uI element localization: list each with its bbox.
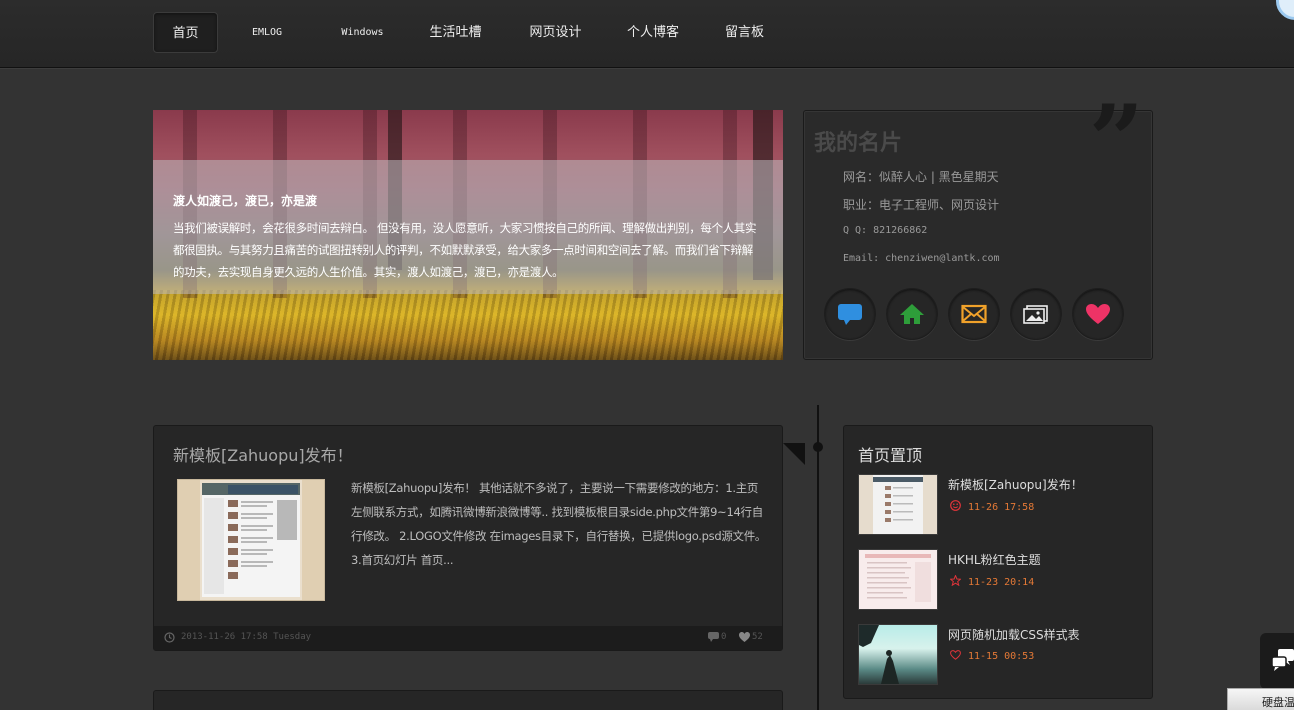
banner-grass-image [153,290,783,360]
profile-occupation: 职业：电子工程师、网页设计 [843,198,1000,212]
pinned-post-date-row: 11-26 17:58 [950,500,1034,514]
top-navigation-bar: 首页 EMLOG Windows 生活吐槽 网页设计 个人博客 留言板 [0,0,1294,68]
pinned-post-date: 11-23 20:14 [968,576,1035,588]
pinned-thumb[interactable] [858,624,938,685]
post-thumbnail[interactable] [177,479,325,601]
pinned-post-date-row: 11-15 00:53 [950,650,1034,663]
like-count: 52 [752,632,763,642]
home-icon[interactable] [886,288,938,340]
social-links [824,288,1134,340]
pinned-post-title[interactable]: 新模板[Zahuopu]发布！ [948,476,1083,493]
profile-email: Email: chenziwen@lantk.com [843,253,1000,264]
pinned-post-title[interactable]: 网页随机加载CSS样式表 [948,626,1080,643]
post-card: 新模板[Zahuopu]发布！ 新模板[Zahuopu]发布！ 其他话就不多说了… [153,425,783,651]
post-title[interactable]: 新模板[Zahuopu]发布！ [173,442,353,466]
pinned-thumb[interactable] [858,474,938,535]
chat-widget-button[interactable] [1260,633,1294,689]
list-item[interactable]: 网页随机加载CSS样式表 11-15 00:53 [858,624,1148,686]
smiley-icon [950,500,962,514]
profile-nickname: 网名：似醉人心 | 黑色星期天 [843,170,999,184]
profile-card: ” 我的名片 网名：似醉人心 | 黑色星期天 职业：电子工程师、网页设计 Q Q… [803,93,1153,360]
disk-temp-widget[interactable]: 硬盘温 [1227,688,1294,710]
post-footer: 2013-11-26 17:58 Tuesday 0 52 [154,626,782,650]
comment-icon[interactable] [708,632,719,645]
list-item[interactable]: 新模板[Zahuopu]发布！ 11-26 17:58 [858,474,1148,536]
nav-item-blog[interactable]: 个人博客 [609,12,697,53]
pinned-thumb[interactable] [858,549,938,610]
post-date: 2013-11-26 17:58 Tuesday [181,632,312,642]
corner-badge-icon[interactable] [1276,0,1294,20]
heart-outline-icon [950,650,962,663]
post-card-next [153,690,783,710]
clock-icon [164,632,175,646]
banner-caption: 渡人如渡己，渡已，亦是渡 当我们被误解时，会花很多时间去辩白。 但没有用，没人愿… [153,160,783,294]
like-icon[interactable] [739,632,750,645]
nav-item-guestbook[interactable]: 留言板 [697,12,792,53]
pinned-post-date-row: 11-23 20:14 [949,574,1035,589]
chat-bubbles-icon [1270,647,1294,677]
pinned-posts-title: 首页置顶 [858,446,923,465]
mail-icon[interactable] [948,288,1000,340]
timeline-arrow [783,443,805,465]
list-item[interactable]: HKHL粉红色主题 11-23 20:14 [858,549,1148,611]
pinned-posts-panel: 首页置顶 新模板[Zahuopu]发布！ 11-26 17:58 HKHL粉红色… [843,425,1153,699]
timeline-dot [813,442,823,452]
profile-card-title: 我的名片 [814,131,903,156]
nav-item-home[interactable]: 首页 [153,12,218,53]
disk-temp-label: 硬盘温 [1262,696,1294,709]
main-nav: 首页 EMLOG Windows 生活吐槽 网页设计 个人博客 留言板 [153,12,792,53]
nav-item-life[interactable]: 生活吐槽 [409,12,502,53]
nav-item-emlog[interactable]: EMLOG [218,12,316,53]
banner-slideshow[interactable]: 渡人如渡己，渡已，亦是渡 当我们被误解时，会花很多时间去辩白。 但没有用，没人愿… [153,110,783,360]
pinned-post-date: 11-15 00:53 [968,651,1035,662]
comment-count: 0 [721,632,727,642]
banner-title: 渡人如渡己，渡已，亦是渡 [173,194,318,208]
nav-item-web-design[interactable]: 网页设计 [502,12,609,53]
nav-item-windows[interactable]: Windows [316,12,409,53]
post-excerpt: 新模板[Zahuopu]发布！ 其他话就不多说了，主要说一下需要修改的地方：1.… [351,481,767,567]
profile-qq: Q Q: 821266862 [843,225,928,236]
star-icon [949,574,962,589]
banner-text: 当我们被误解时，会花很多时间去辩白。 但没有用，没人愿意听，大家习惯按自己的所闻… [173,221,757,279]
photo-icon[interactable] [1010,288,1062,340]
heart-icon[interactable] [1072,288,1124,340]
pinned-post-title[interactable]: HKHL粉红色主题 [948,551,1041,568]
quote-mark-icon: ” [1088,84,1144,197]
pinned-post-date: 11-26 17:58 [968,501,1035,513]
chat-bubble-icon[interactable] [824,288,876,340]
